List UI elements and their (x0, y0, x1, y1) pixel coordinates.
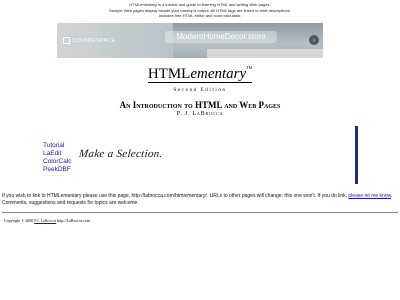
squarespace-logo-icon (63, 37, 70, 44)
nav-item-peekdbf[interactable]: PeekDBF (43, 166, 72, 174)
intro-text: HTMLementary is a tutorial and guide to … (0, 2, 400, 19)
nav-menu: Tutorial LaEdit ColorCalc PeekDBF (43, 142, 72, 174)
nav-item-colorcalc[interactable]: ColorCalc (43, 158, 72, 166)
link-paragraph: If you wish to link to HTMLementary plea… (2, 193, 398, 206)
let-me-know-link[interactable]: please let me know (348, 193, 391, 199)
copyright-notice: Copyright © 2000 P.J. LaBrocca http://La… (4, 218, 90, 223)
copyright-url: http://LaBrocca.com (57, 218, 91, 223)
logo-html: HTML (147, 66, 191, 82)
horizontal-rule (2, 212, 398, 213)
edition-label: Second Edition (173, 88, 227, 93)
ad-brand-label: SQUARESPACE (72, 37, 116, 44)
vertical-divider (355, 126, 358, 184)
nav-item-tutorial[interactable]: Tutorial (43, 142, 72, 150)
nav-item-laedit[interactable]: LaEdit (43, 150, 72, 158)
author-name: P. J. LaBrocca (176, 111, 224, 117)
logo-ementary: ementary (190, 66, 247, 82)
page-subtitle: An Introduction to HTML and Web Pages (119, 100, 281, 110)
site-logo: HTMLementaryTM (0, 65, 400, 83)
link-paragraph-text: If you wish to link to HTMLementary plea… (2, 193, 348, 199)
logo-underline (148, 82, 252, 83)
advertisement-banner[interactable]: SQUARESPACE ModernHomeDecor.store › (57, 23, 323, 58)
intro-line: Includes free HTML editor and color calc… (158, 13, 242, 18)
author-link[interactable]: P.J. LaBrocca (34, 218, 56, 223)
ad-store-label[interactable]: ModernHomeDecor.store (165, 31, 277, 43)
trademark: TM (246, 65, 253, 70)
make-selection-heading: Make a Selection. (78, 148, 164, 160)
copyright-prefix: Copyright © 2000 (4, 218, 34, 223)
ad-brand: SQUARESPACE (63, 37, 115, 44)
ad-arrow-icon[interactable]: › (309, 35, 319, 45)
ad-image-shelf (207, 49, 323, 58)
